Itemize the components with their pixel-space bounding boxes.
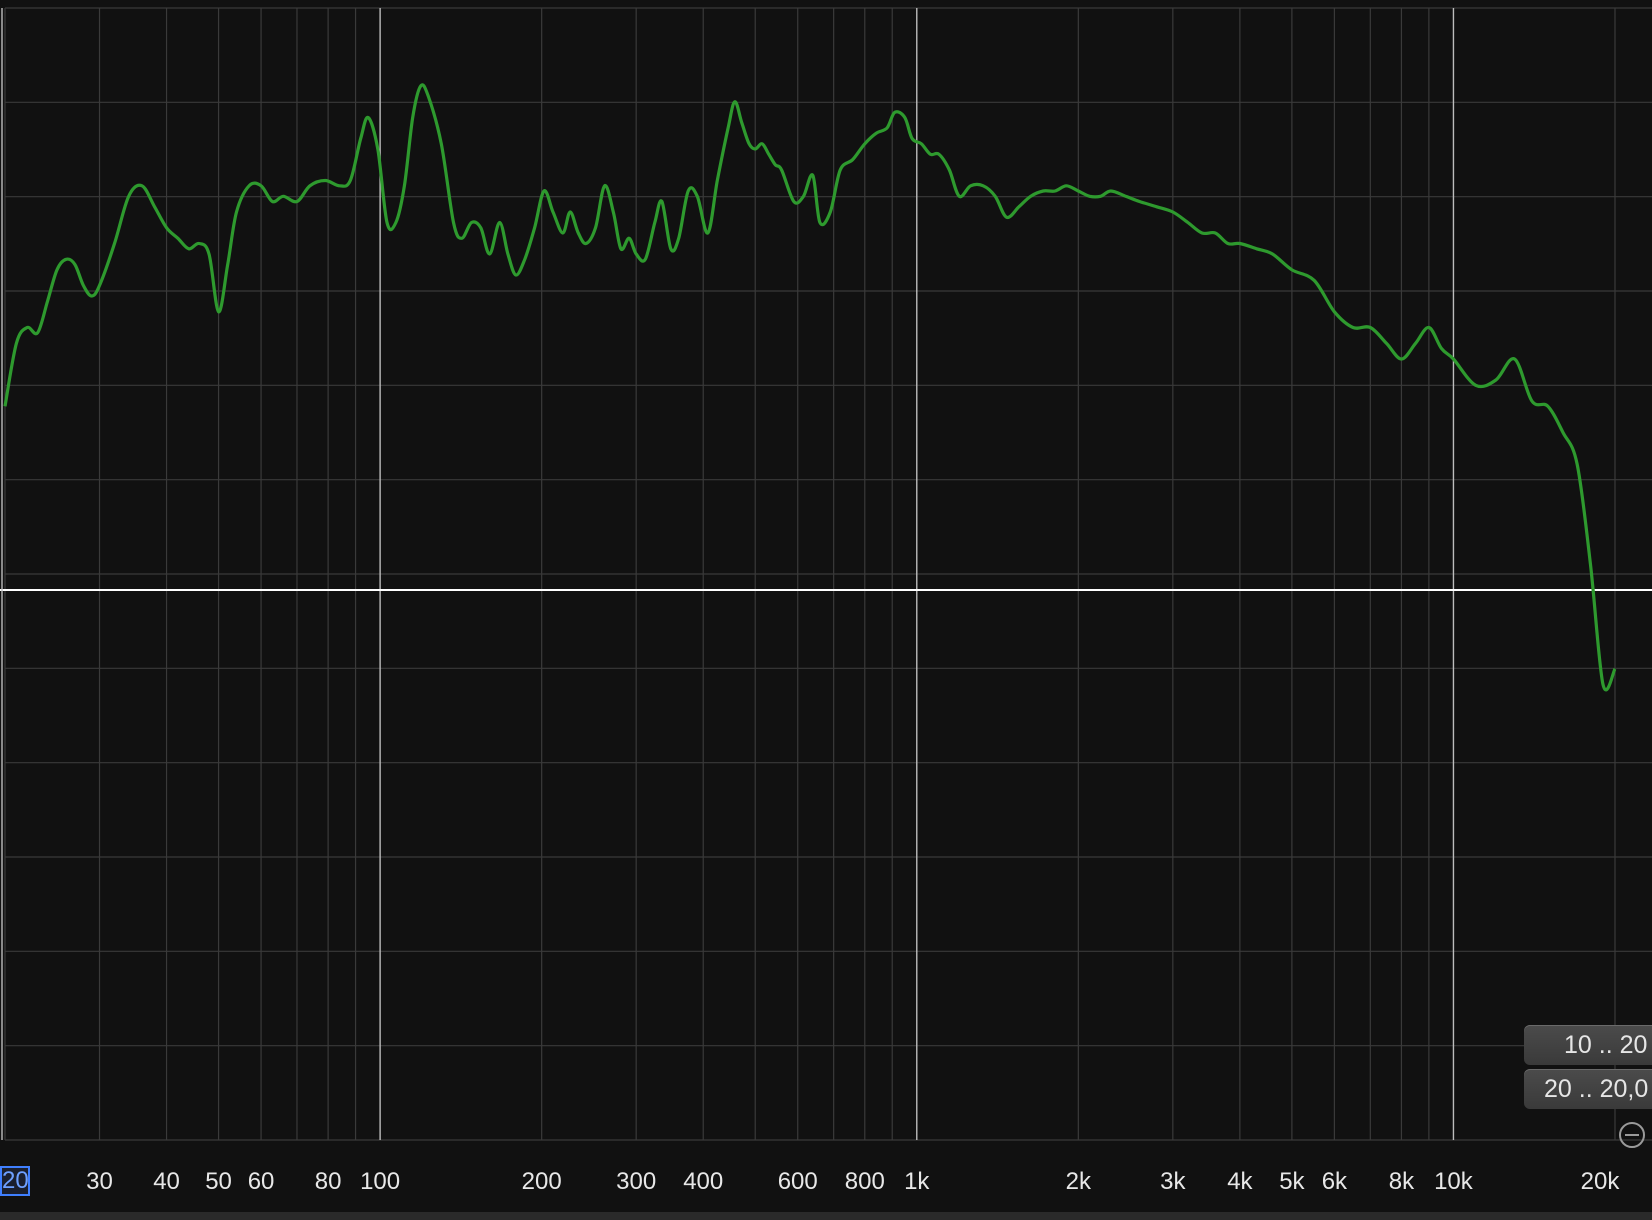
start-frequency-field[interactable]: 20.0	[0, 1166, 30, 1196]
x-tick-label: 4k	[1227, 1168, 1253, 1195]
x-tick-label: 30	[86, 1168, 113, 1195]
x-tick-label: 80	[314, 1168, 342, 1195]
x-tick-label: 800	[844, 1168, 885, 1195]
x-tick-label: 100	[360, 1168, 401, 1195]
x-tick-label: 200	[521, 1168, 562, 1195]
x-tick-label: 600	[777, 1168, 818, 1195]
frequency-analyzer: 30 40 50 60 80 100 200 300 400 600 800 1k 2k 3k 4k 5k 6k…	[0, 0, 1652, 1220]
spectrum-plot[interactable]	[0, 0, 1652, 1220]
zoom-out-icon[interactable]	[1619, 1122, 1645, 1148]
x-tick-label: 6k	[1321, 1168, 1348, 1195]
x-tick-label: 10k	[1434, 1168, 1473, 1195]
x-tick-label: 300	[616, 1168, 657, 1195]
x-tick-label: 2k	[1065, 1168, 1092, 1195]
x-tick-label: 60	[247, 1168, 275, 1195]
plot-background	[0, 0, 1652, 1220]
range-preset-10-20-button[interactable]: 10 .. 20	[1524, 1025, 1652, 1065]
x-tick-label: 20k	[1580, 1168, 1620, 1195]
x-tick-label: 1k	[904, 1168, 930, 1195]
x-tick-label: 5k	[1279, 1168, 1305, 1195]
x-tick-label: 8k	[1388, 1168, 1415, 1195]
x-tick-label: 40	[153, 1168, 180, 1195]
x-tick-label: 3k	[1160, 1168, 1186, 1195]
bottom-strip	[0, 1212, 1652, 1220]
range-preset-20-20000-button[interactable]: 20 .. 20,0	[1524, 1069, 1652, 1109]
x-tick-label: 50	[205, 1168, 232, 1195]
x-tick-label: 400	[683, 1168, 724, 1195]
